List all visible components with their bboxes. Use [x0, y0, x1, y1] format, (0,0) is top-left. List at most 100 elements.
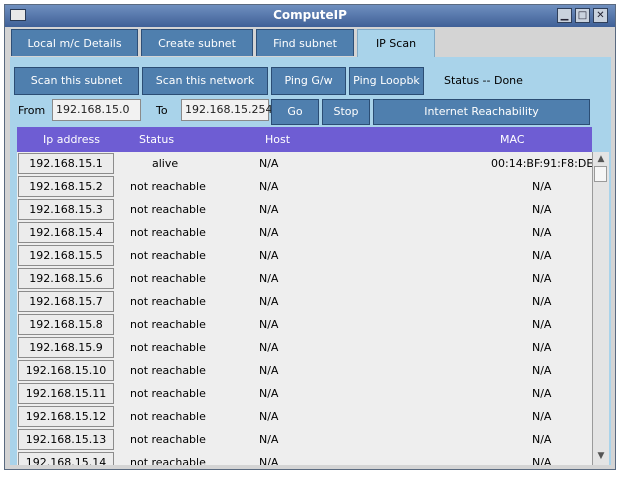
host-cell: N/A — [259, 410, 279, 423]
ip-address-button[interactable]: 192.168.15.6 — [18, 268, 114, 289]
mac-cell: N/A — [532, 249, 552, 262]
mac-cell: N/A — [532, 433, 552, 446]
table-row: 192.168.15.1 alive N/A 00:14:BF:91:F8:DE — [17, 152, 592, 175]
mac-cell: N/A — [532, 295, 552, 308]
to-ip-field[interactable]: 192.168.15.254 — [181, 99, 272, 121]
table-row: 192.168.15.2 not reachable N/A N/A — [17, 175, 592, 198]
scroll-down-icon[interactable]: ▼ — [594, 449, 608, 463]
host-cell: N/A — [259, 226, 279, 239]
host-cell: N/A — [259, 249, 279, 262]
host-cell: N/A — [259, 272, 279, 285]
to-label: To — [156, 104, 168, 117]
ping-gateway-button[interactable]: Ping G/w — [271, 67, 346, 95]
status-cell: not reachable — [130, 456, 206, 465]
table-row: 192.168.15.8 not reachable N/A N/A — [17, 313, 592, 336]
host-cell: N/A — [259, 433, 279, 446]
mac-cell: N/A — [532, 272, 552, 285]
ip-address-button[interactable]: 192.168.15.5 — [18, 245, 114, 266]
table-row: 192.168.15.7 not reachable N/A N/A — [17, 290, 592, 313]
host-cell: N/A — [259, 203, 279, 216]
mac-cell: N/A — [532, 180, 552, 193]
status-cell: not reachable — [130, 226, 206, 239]
status-cell: not reachable — [130, 341, 206, 354]
host-cell: N/A — [259, 157, 279, 170]
ip-address-button[interactable]: 192.168.15.4 — [18, 222, 114, 243]
status-cell: not reachable — [130, 318, 206, 331]
internet-reachability-button[interactable]: Internet Reachability — [373, 99, 590, 125]
window-title: ComputeIP — [273, 8, 347, 22]
app-window: ComputeIP ▁ □ ✕ Local m/c Details Create… — [4, 4, 616, 470]
ip-address-button[interactable]: 192.168.15.12 — [18, 406, 114, 427]
ip-address-button[interactable]: 192.168.15.7 — [18, 291, 114, 312]
mac-cell: N/A — [532, 456, 552, 465]
maximize-icon[interactable]: □ — [575, 8, 590, 23]
scroll-thumb[interactable] — [594, 166, 607, 182]
table-row: 192.168.15.12 not reachable N/A N/A — [17, 405, 592, 428]
table-row: 192.168.15.4 not reachable N/A N/A — [17, 221, 592, 244]
mac-cell: 00:14:BF:91:F8:DE — [491, 157, 592, 170]
mac-cell: N/A — [532, 410, 552, 423]
ip-scan-panel: Scan this subnet Scan this network Ping … — [10, 57, 611, 465]
host-cell: N/A — [259, 341, 279, 354]
scan-network-button[interactable]: Scan this network — [142, 67, 268, 95]
results-table: 192.168.15.1 alive N/A 00:14:BF:91:F8:DE… — [17, 152, 592, 465]
table-header: Ip address Status Host MAC — [17, 127, 592, 152]
tab-find-subnet[interactable]: Find subnet — [256, 29, 354, 56]
status-cell: not reachable — [130, 410, 206, 423]
status-cell: alive — [152, 157, 179, 170]
table-row: 192.168.15.14 not reachable N/A N/A — [17, 451, 592, 465]
ip-address-button[interactable]: 192.168.15.10 — [18, 360, 114, 381]
table-row: 192.168.15.9 not reachable N/A N/A — [17, 336, 592, 359]
ip-address-button[interactable]: 192.168.15.14 — [18, 452, 114, 465]
host-cell: N/A — [259, 387, 279, 400]
status-cell: not reachable — [130, 364, 206, 377]
mac-cell: N/A — [532, 203, 552, 216]
vertical-scrollbar[interactable]: ▲ ▼ — [592, 152, 609, 465]
mac-cell: N/A — [532, 387, 552, 400]
status-cell: not reachable — [130, 387, 206, 400]
scan-subnet-button[interactable]: Scan this subnet — [14, 67, 139, 95]
mac-cell: N/A — [532, 341, 552, 354]
mac-cell: N/A — [532, 364, 552, 377]
ip-address-button[interactable]: 192.168.15.13 — [18, 429, 114, 450]
ip-address-button[interactable]: 192.168.15.9 — [18, 337, 114, 358]
tab-create-subnet[interactable]: Create subnet — [141, 29, 253, 56]
mac-cell: N/A — [532, 318, 552, 331]
status-cell: not reachable — [130, 433, 206, 446]
host-cell: N/A — [259, 295, 279, 308]
close-icon[interactable]: ✕ — [593, 8, 608, 23]
ip-address-button[interactable]: 192.168.15.1 — [18, 153, 114, 174]
host-cell: N/A — [259, 318, 279, 331]
ip-address-button[interactable]: 192.168.15.11 — [18, 383, 114, 404]
table-row: 192.168.15.11 not reachable N/A N/A — [17, 382, 592, 405]
tab-local-details[interactable]: Local m/c Details — [11, 29, 138, 56]
table-row: 192.168.15.10 not reachable N/A N/A — [17, 359, 592, 382]
status-cell: not reachable — [130, 203, 206, 216]
stop-button[interactable]: Stop — [322, 99, 370, 125]
table-row: 192.168.15.6 not reachable N/A N/A — [17, 267, 592, 290]
host-cell: N/A — [259, 364, 279, 377]
ping-loopback-button[interactable]: Ping Loopbk — [349, 67, 424, 95]
ip-address-button[interactable]: 192.168.15.3 — [18, 199, 114, 220]
host-cell: N/A — [259, 456, 279, 465]
status-text: Status -- Done — [444, 74, 523, 87]
status-cell: not reachable — [130, 295, 206, 308]
from-ip-field[interactable]: 192.168.15.0 — [52, 99, 141, 121]
header-host[interactable]: Host — [265, 133, 290, 146]
header-mac[interactable]: MAC — [500, 133, 525, 146]
ip-address-button[interactable]: 192.168.15.2 — [18, 176, 114, 197]
scroll-up-icon[interactable]: ▲ — [594, 152, 608, 166]
table-row: 192.168.15.5 not reachable N/A N/A — [17, 244, 592, 267]
status-cell: not reachable — [130, 180, 206, 193]
header-ip-address[interactable]: Ip address — [43, 133, 100, 146]
header-status[interactable]: Status — [139, 133, 174, 146]
table-row: 192.168.15.3 not reachable N/A N/A — [17, 198, 592, 221]
host-cell: N/A — [259, 180, 279, 193]
minimize-icon[interactable]: ▁ — [557, 8, 572, 23]
go-button[interactable]: Go — [271, 99, 319, 125]
mac-cell: N/A — [532, 226, 552, 239]
from-label: From — [18, 104, 46, 117]
ip-address-button[interactable]: 192.168.15.8 — [18, 314, 114, 335]
title-bar[interactable]: ComputeIP ▁ □ ✕ — [5, 5, 615, 27]
tab-ip-scan[interactable]: IP Scan — [357, 29, 435, 58]
